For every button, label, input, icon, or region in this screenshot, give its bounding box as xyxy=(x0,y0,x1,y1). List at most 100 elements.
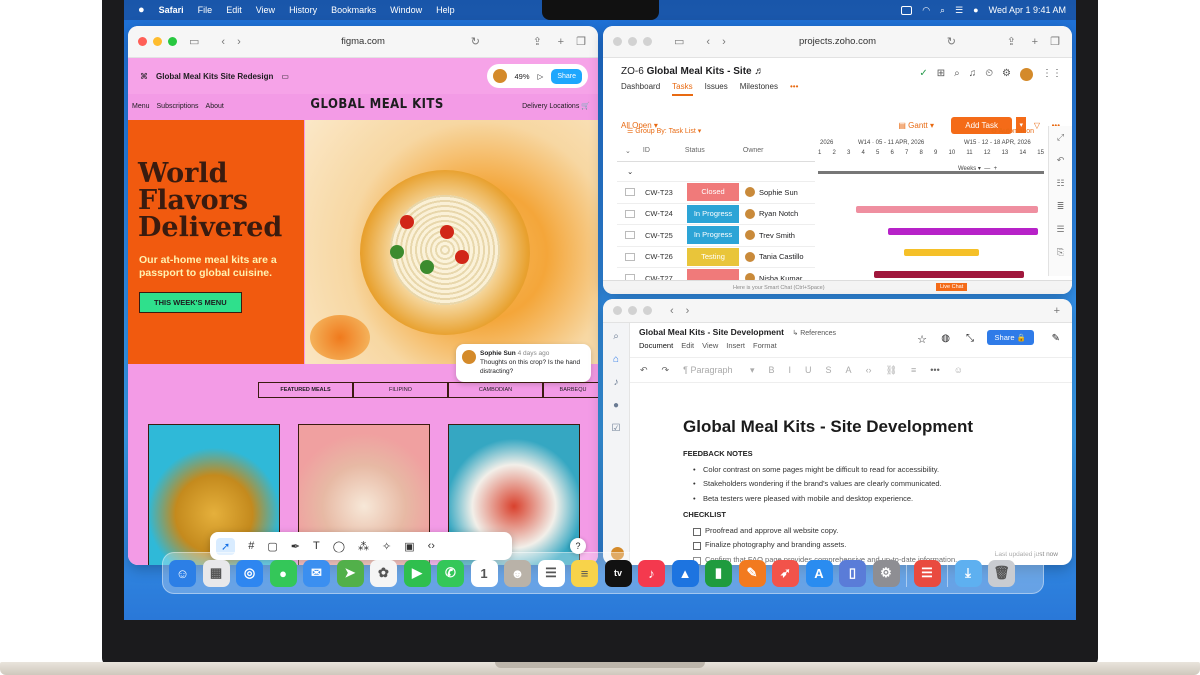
filter-icon[interactable]: ▽ xyxy=(1034,121,1040,130)
minimize-button[interactable] xyxy=(153,37,162,46)
back-icon[interactable]: ‹ xyxy=(221,36,225,48)
zoho-timer-icon[interactable]: ⏲ xyxy=(985,68,993,81)
view-gantt[interactable]: ▤ Gantt ▾ xyxy=(898,121,934,130)
close-button[interactable] xyxy=(138,37,147,46)
gantt-bar[interactable] xyxy=(904,249,979,256)
site-nav-about[interactable]: About xyxy=(206,103,224,110)
dock-system-settings-icon[interactable]: ⚙ xyxy=(872,559,900,587)
tab-featured-meals[interactable]: FEATURED MEALS xyxy=(258,382,353,398)
cart-icon[interactable]: 🛒 xyxy=(581,103,590,110)
code-inline-icon[interactable]: ‹› xyxy=(866,365,872,375)
figma-project-name[interactable]: Global Meal Kits Site Redesign xyxy=(156,72,273,81)
automation-button[interactable]: ⚙ Automation xyxy=(991,127,1034,135)
doc-home-icon[interactable]: ⌂ xyxy=(613,354,619,365)
zoho-add-icon[interactable]: ⊞ xyxy=(937,68,945,81)
doc-star-icon[interactable]: ☆ xyxy=(917,333,927,346)
rail-undo-icon[interactable]: ↶ xyxy=(1057,155,1065,166)
task-row[interactable]: CW-T24 In Progress Ryan Notch xyxy=(617,204,815,225)
zoho-share-icon[interactable]: ⇪ xyxy=(1007,35,1016,48)
play-icon[interactable]: ▷ xyxy=(538,72,544,81)
site-nav-menu[interactable]: Menu xyxy=(132,103,150,110)
doc-menu-edit[interactable]: Edit xyxy=(681,341,694,350)
doc-chat-icon[interactable]: ● xyxy=(613,400,619,411)
apple-menu-icon[interactable]: ● xyxy=(138,4,145,16)
zoho-back-icon[interactable]: ‹ xyxy=(706,36,710,48)
figma-zoom-level[interactable]: 49% xyxy=(515,72,530,81)
doc-search-icon[interactable]: ⌕ xyxy=(613,331,619,342)
task-row[interactable]: CW-T26 Testing Tania Castillo xyxy=(617,247,815,268)
more-format-icon[interactable]: ••• xyxy=(930,365,939,375)
row-checkbox[interactable] xyxy=(625,209,635,218)
doc-name[interactable]: Global Meal Kits - Site Development xyxy=(639,327,784,337)
live-chat-button[interactable]: Live Chat xyxy=(936,283,968,291)
figma-panel-icon[interactable]: ▭ xyxy=(281,72,289,81)
emoji-icon[interactable]: ☺ xyxy=(954,365,963,375)
task-owner[interactable]: Sophie Sun xyxy=(745,187,798,198)
dock-app-store-icon[interactable]: A xyxy=(805,559,833,587)
dock-facetime-icon[interactable]: ▶ xyxy=(403,559,431,587)
tab-dashboard[interactable]: Dashboard xyxy=(621,82,660,96)
doc-new-icon[interactable]: + xyxy=(1054,305,1060,317)
menu-view[interactable]: View xyxy=(256,5,275,15)
menu-window[interactable]: Window xyxy=(390,5,422,15)
figma-avatar[interactable] xyxy=(492,69,507,83)
text-color-icon[interactable]: A xyxy=(846,365,852,375)
doc-collapse-icon[interactable]: ⤡ xyxy=(966,333,974,344)
components-tool-icon[interactable]: ⁂ xyxy=(358,540,369,553)
doc-references-link[interactable]: ↳ References xyxy=(792,330,836,337)
zoho-new-tab-icon[interactable]: + xyxy=(1032,36,1038,48)
gantt-bar[interactable] xyxy=(874,270,1024,278)
row-checkbox[interactable] xyxy=(625,188,635,197)
task-id[interactable]: CW-T24 xyxy=(645,209,687,218)
redo-icon[interactable]: ↷ xyxy=(662,365,670,376)
zoho-close-button[interactable] xyxy=(613,37,622,46)
task-row[interactable]: CW-T25 In Progress Trev Smith xyxy=(617,225,815,247)
menu-safari[interactable]: Safari xyxy=(159,5,184,15)
frame-tool-icon[interactable]: # xyxy=(248,540,254,552)
doc-forward-icon[interactable]: › xyxy=(686,305,690,317)
col-status[interactable]: Status xyxy=(685,147,743,154)
zoho-reload-icon[interactable]: ↻ xyxy=(947,35,956,48)
undo-icon[interactable]: ↶ xyxy=(640,365,648,376)
doc-edit-icon[interactable]: ✎ xyxy=(1052,333,1060,344)
task-owner[interactable]: Trev Smith xyxy=(745,230,795,241)
tab-more[interactable]: ••• xyxy=(790,82,798,96)
dock-mail-icon[interactable]: ✉ xyxy=(303,559,330,587)
gantt-bar[interactable] xyxy=(856,206,1038,213)
checklist-item[interactable]: Proofread and approve all website copy. xyxy=(683,524,1063,539)
wifi-icon[interactable]: ◠ xyxy=(922,5,930,16)
doc-share-button[interactable]: Share 🔒 xyxy=(986,330,1034,345)
dock-trash-icon[interactable]: 🗑 xyxy=(988,559,1015,587)
dock-finder-icon[interactable]: ☺ xyxy=(169,559,196,587)
dock-rocket-icon[interactable]: ➶ xyxy=(772,559,799,587)
task-id[interactable]: CW-T25 xyxy=(645,231,687,240)
ai-tool-icon[interactable]: ✧ xyxy=(382,540,391,553)
doc-close-button[interactable] xyxy=(613,306,622,315)
italic-icon[interactable]: I xyxy=(789,365,792,375)
strikethrough-icon[interactable]: S xyxy=(826,365,832,375)
align-icon[interactable]: ≡ xyxy=(911,365,916,375)
task-group-row[interactable]: ⌄ xyxy=(617,162,815,182)
doc-bell-icon[interactable]: ♪ xyxy=(614,377,619,388)
task-status[interactable]: In Progress xyxy=(687,226,739,245)
share-icon[interactable]: ⇪ xyxy=(533,35,542,48)
rail-doc-icon[interactable]: ⎘ xyxy=(1057,247,1064,258)
dock-phone-icon[interactable]: ✆ xyxy=(437,559,464,587)
col-owner[interactable]: Owner xyxy=(743,147,764,154)
dock-contacts-icon[interactable]: ☻ xyxy=(504,559,531,587)
dock-tv-icon[interactable]: tv xyxy=(604,559,632,587)
doc-menu-view[interactable]: View xyxy=(702,341,718,350)
pen-tool-icon[interactable]: ✒ xyxy=(291,540,300,553)
zoho-tab-overview-icon[interactable]: ❐ xyxy=(1050,35,1060,48)
gantt-bar[interactable] xyxy=(888,227,1038,235)
dock-keynote-icon[interactable]: ▲ xyxy=(671,559,699,587)
dock-messages-icon[interactable]: ● xyxy=(269,559,297,587)
link-icon[interactable]: ⛓ xyxy=(886,365,897,376)
dock-notes-icon[interactable]: ≡ xyxy=(571,559,598,587)
zoho-notification-icon[interactable]: ♫ xyxy=(969,68,977,81)
zoho-avatar[interactable] xyxy=(1020,68,1033,81)
figma-canvas[interactable]: Menu Subscriptions About GLOBAL MEAL KIT… xyxy=(128,94,598,565)
bold-icon[interactable]: B xyxy=(769,365,775,375)
zoho-zoom-button[interactable] xyxy=(643,37,652,46)
doc-menu-format[interactable]: Format xyxy=(753,341,777,350)
